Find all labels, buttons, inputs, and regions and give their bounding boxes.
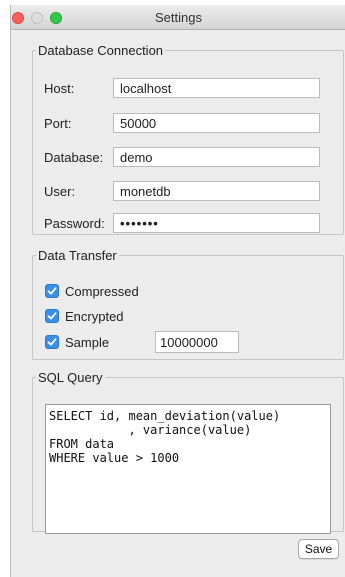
checkmark-icon bbox=[47, 338, 57, 346]
compressed-checkbox[interactable] bbox=[45, 284, 59, 298]
title-bar[interactable]: Settings bbox=[11, 5, 345, 30]
host-input[interactable]: localhost bbox=[113, 78, 320, 98]
settings-window: Settings Database Connection Host: local… bbox=[10, 5, 345, 577]
sample-option[interactable]: Sample 10000000 bbox=[45, 331, 325, 353]
host-label: Host: bbox=[44, 81, 75, 96]
database-input[interactable]: demo bbox=[113, 147, 320, 167]
encrypted-checkbox[interactable] bbox=[45, 309, 59, 323]
user-input[interactable]: monetdb bbox=[113, 181, 320, 201]
port-row: Port: 50000 bbox=[33, 113, 343, 135]
database-connection-legend: Database Connection bbox=[38, 43, 164, 58]
checkmark-icon bbox=[47, 287, 57, 295]
password-label: Password: bbox=[44, 216, 105, 231]
host-row: Host: localhost bbox=[33, 78, 343, 100]
sql-query-editor[interactable]: SELECT id, mean_deviation(value) , varia… bbox=[45, 404, 331, 534]
user-label: User: bbox=[44, 184, 76, 199]
data-transfer-group: Data Transfer Compressed Encrypted Sampl… bbox=[32, 248, 344, 360]
compressed-label: Compressed bbox=[65, 284, 139, 299]
database-label: Database: bbox=[44, 150, 104, 165]
checkmark-icon bbox=[47, 312, 57, 320]
user-row: User: monetdb bbox=[33, 181, 343, 203]
port-input[interactable]: 50000 bbox=[113, 113, 320, 133]
encrypted-label: Encrypted bbox=[65, 309, 124, 324]
sql-query-legend: SQL Query bbox=[38, 370, 103, 385]
database-row: Database: demo bbox=[33, 147, 343, 169]
sample-size-input[interactable]: 10000000 bbox=[155, 331, 239, 353]
window-title: Settings bbox=[155, 10, 202, 25]
sql-query-group: SQL Query SELECT id, mean_deviation(valu… bbox=[32, 370, 344, 534]
port-label: Port: bbox=[44, 116, 72, 131]
password-row: Password: ••••••• bbox=[33, 213, 343, 235]
encrypted-option[interactable]: Encrypted bbox=[45, 308, 325, 326]
sample-checkbox[interactable] bbox=[45, 335, 59, 349]
database-connection-group: Database Connection Host: localhost Port… bbox=[32, 43, 344, 235]
data-transfer-legend: Data Transfer bbox=[38, 248, 117, 263]
sample-label: Sample bbox=[65, 335, 110, 350]
save-button[interactable]: Save bbox=[298, 539, 339, 559]
password-input[interactable]: ••••••• bbox=[113, 213, 320, 233]
compressed-option[interactable]: Compressed bbox=[45, 283, 325, 301]
